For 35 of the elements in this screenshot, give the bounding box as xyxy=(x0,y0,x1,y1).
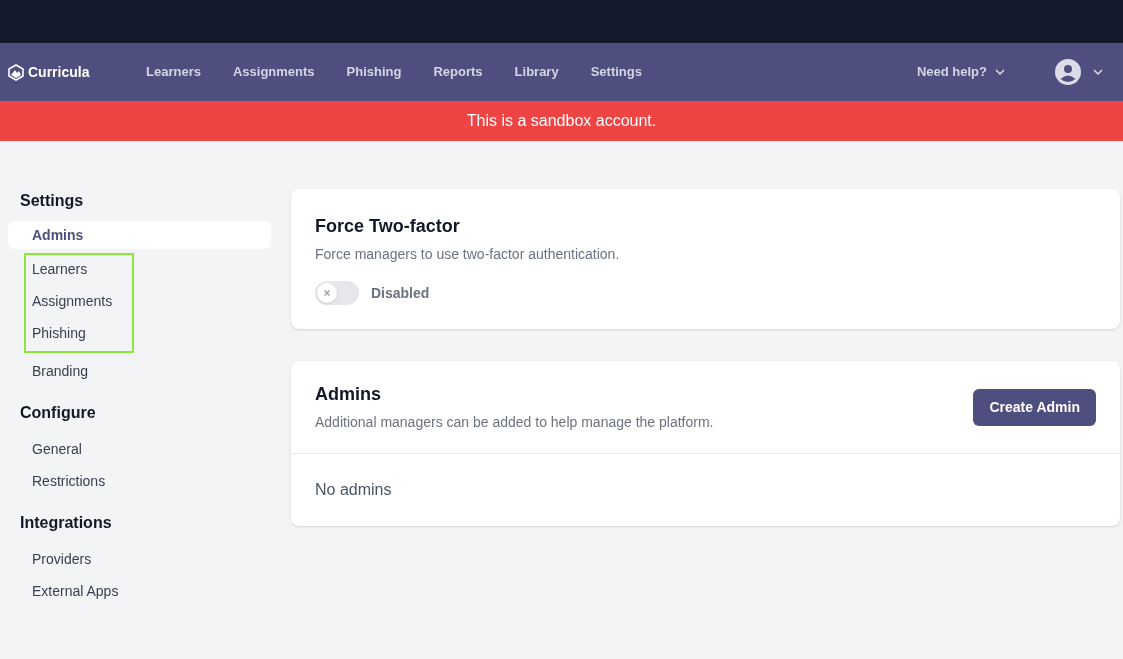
x-icon xyxy=(324,290,330,296)
sidebar-item[interactable]: General xyxy=(8,435,271,463)
nav-link[interactable]: Reports xyxy=(433,62,483,82)
logo-icon xyxy=(8,63,24,81)
toggle-switch[interactable] xyxy=(315,281,359,305)
help-menu-button[interactable]: Need help? xyxy=(916,62,1005,82)
sidebar-item[interactable]: Assignments xyxy=(26,287,132,315)
card-title: Force Two-factor xyxy=(315,215,461,238)
sidebar-item[interactable]: Learners xyxy=(26,255,132,283)
sidebar-heading: Integrations xyxy=(19,513,113,533)
nav-link[interactable]: Learners xyxy=(146,62,201,82)
card-title: Admins xyxy=(315,383,382,406)
user-avatar-icon xyxy=(1055,59,1081,85)
sidebar-item[interactable]: Restrictions xyxy=(8,467,271,495)
sidebar-item[interactable]: Providers xyxy=(8,545,271,573)
empty-state-text: No admins xyxy=(314,480,393,500)
account-menu-button[interactable] xyxy=(1055,59,1103,85)
nav-link[interactable]: Library xyxy=(514,62,559,82)
create-admin-button[interactable]: Create Admin xyxy=(973,388,1096,426)
sidebar-item[interactable]: Branding xyxy=(8,357,271,385)
sandbox-banner: This is a sandbox account. xyxy=(0,101,1123,141)
brand-name: Curricula xyxy=(28,62,90,82)
chevron-down-icon xyxy=(1093,69,1103,75)
nav-link[interactable]: Settings xyxy=(590,62,642,82)
sidebar-item[interactable]: External Apps xyxy=(8,577,271,605)
sidebar-heading: Configure xyxy=(19,403,97,423)
sidebar-heading: Settings xyxy=(19,191,85,211)
chevron-down-icon xyxy=(995,69,1005,75)
nav-link[interactable]: Assignments xyxy=(232,62,315,82)
sidebar-item[interactable]: Admins xyxy=(8,221,271,249)
card-description: Additional managers can be added to help manage the platform. xyxy=(315,413,714,432)
sidebar-item[interactable]: Phishing xyxy=(26,319,132,347)
toggle-label: Disabled xyxy=(371,283,430,303)
nav-link[interactable]: Phishing xyxy=(346,62,402,82)
card-description: Force managers to use two-factor authentication. xyxy=(315,245,621,264)
